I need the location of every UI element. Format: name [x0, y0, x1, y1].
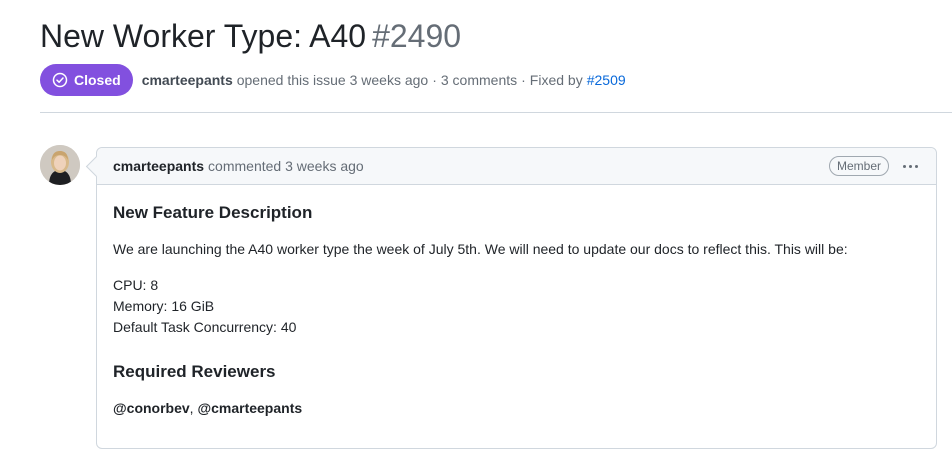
fixed-by-label: Fixed by: [529, 72, 583, 88]
spec-list: CPU: 8 Memory: 16 GiB Default Task Concu…: [113, 275, 920, 338]
check-circle-icon: [52, 72, 68, 88]
issue-title: New Worker Type: A40 #2490: [40, 14, 461, 58]
reviewer-mention-conorbev[interactable]: @conorbev: [113, 400, 190, 416]
comment-header-actions: Member: [828, 156, 920, 176]
meta-separator: ·: [521, 72, 526, 88]
fixed-by-pr-link[interactable]: #2509: [587, 72, 626, 88]
issue-author-link[interactable]: cmarteepants: [142, 72, 233, 88]
issue-meta: Closed cmarteepants opened this issue 3 …: [40, 64, 626, 96]
feature-description-paragraph: We are launching the A40 worker type the…: [113, 241, 848, 257]
kebab-horizontal-icon[interactable]: [901, 161, 920, 172]
spec-cpu: CPU: 8: [113, 277, 159, 293]
comment-header: cmarteepants commented 3 weeks ago Membe…: [97, 148, 936, 185]
header-divider: [40, 112, 952, 113]
meta-separator: ·: [432, 72, 437, 88]
reviewer-mention-cmarteepants[interactable]: @cmarteepants: [197, 400, 302, 416]
comment-timestamp[interactable]: commented 3 weeks ago: [208, 158, 364, 174]
issue-number: #2490: [372, 18, 462, 54]
comment-card: cmarteepants commented 3 weeks ago Membe…: [96, 147, 937, 449]
avatar[interactable]: [40, 145, 80, 185]
issue-opened-text: opened this issue 3 weeks ago: [236, 72, 429, 88]
reviewers-list: @conorbev, @cmarteepants: [113, 398, 920, 419]
closed-state-badge: Closed: [40, 64, 133, 96]
spec-concurrency: Default Task Concurrency: 40: [113, 319, 297, 335]
kebab-dot: [903, 164, 906, 168]
spec-memory: Memory: 16 GiB: [113, 298, 215, 314]
issue-comments-count: 3 comments: [440, 72, 518, 88]
comment-author-link[interactable]: cmarteepants: [113, 158, 204, 174]
feature-description-heading: New Feature Description: [113, 203, 313, 222]
user-avatar-image: [40, 145, 80, 185]
kebab-dot: [909, 164, 912, 168]
comment-body: New Feature Description We are launching…: [97, 185, 936, 419]
state-label: Closed: [74, 72, 121, 88]
kebab-dot: [915, 164, 918, 168]
member-role-badge: Member: [828, 156, 889, 176]
required-reviewers-heading: Required Reviewers: [113, 362, 276, 381]
issue-title-text: New Worker Type: A40: [40, 18, 367, 54]
